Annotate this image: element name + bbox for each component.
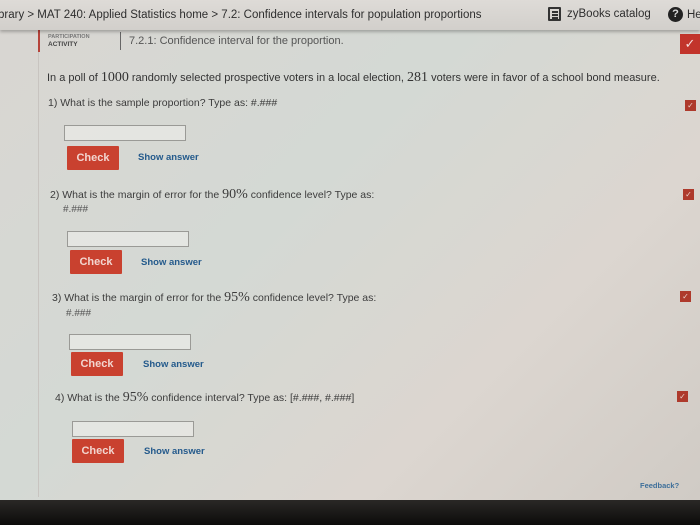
question-text: confidence level? Type as: [249,292,377,304]
book-icon [548,7,561,21]
question-1-answer-input[interactable] [64,125,186,141]
screen-bezel [0,500,700,525]
top-navigation-bar: brary > MAT 240: Applied Statistics home… [0,0,700,30]
divider [120,32,121,50]
question-text: confidence interval? Type as: [#.###, #.… [148,392,355,404]
question-2: 2) What is the margin of error for the 9… [50,187,374,203]
activity-header: PARTICIPATION ACTIVITY 7.2.1: Confidence… [38,30,700,52]
question-4-answer-input[interactable] [72,421,194,437]
question-1-check-button[interactable]: Check [67,146,119,170]
intro-text: voters were in favor of a school bond me… [428,72,660,84]
question-3-check-button[interactable]: Check [71,352,123,376]
zybooks-catalog-link[interactable]: zyBooks catalog [548,7,651,21]
question-text: 1) What is the sample proportion? Type a… [48,97,251,109]
question-3-completed-check-icon: ✓ [680,291,691,302]
catalog-label: zyBooks catalog [567,8,651,20]
question-4: 4) What is the 95% confidence interval? … [55,390,354,406]
activity-type-line2: ACTIVITY [48,41,78,48]
intro-text: randomly selected prospective voters in … [128,72,408,84]
problem-statement: In a poll of 1000 randomly selected pros… [47,70,660,86]
activity-type: PARTICIPATION ACTIVITY [40,33,120,49]
question-2-answer-input[interactable] [67,231,189,247]
sample-size: 1000 [100,70,129,85]
question-2-completed-check-icon: ✓ [683,189,694,200]
favor-count: 281 [407,70,429,85]
question-2-answer-format: #.### [63,204,89,215]
question-1-show-answer-link[interactable]: Show answer [138,152,199,163]
activity-completed-check-icon: ✓ [680,34,700,54]
help-icon: ? [668,7,683,22]
answer-format: #.### [250,97,278,109]
question-4-show-answer-link[interactable]: Show answer [144,446,205,457]
question-3-answer-input[interactable] [69,334,191,350]
question-2-show-answer-link[interactable]: Show answer [141,257,202,268]
confidence-level: 95% [224,290,250,305]
question-1-completed-check-icon: ✓ [685,100,696,111]
question-text: confidence level? Type as: [247,189,375,201]
activity-title: 7.2.1: Confidence interval for the propo… [129,35,344,47]
question-1: 1) What is the sample proportion? Type a… [48,97,277,109]
question-text: 3) What is the margin of error for the [52,292,225,304]
activity-type-line1: PARTICIPATION [48,34,90,40]
feedback-link[interactable]: Feedback? [640,481,679,490]
activity-content: In a poll of 1000 randomly selected pros… [38,52,700,497]
help-link[interactable]: ? He [668,7,700,22]
question-4-completed-check-icon: ✓ [677,391,688,402]
help-label: He [687,8,700,21]
confidence-level: 95% [122,390,149,405]
question-text: 4) What is the [55,392,123,404]
question-3-answer-format: #.### [66,308,92,319]
confidence-level: 90% [222,187,248,202]
breadcrumb[interactable]: brary > MAT 240: Applied Statistics home… [0,9,481,21]
question-3-show-answer-link[interactable]: Show answer [143,359,204,370]
question-2-check-button[interactable]: Check [70,250,122,274]
question-3: 3) What is the margin of error for the 9… [52,290,376,306]
intro-text: In a poll of [47,72,101,84]
question-text: 2) What is the margin of error for the [50,189,223,201]
question-4-check-button[interactable]: Check [72,439,124,463]
